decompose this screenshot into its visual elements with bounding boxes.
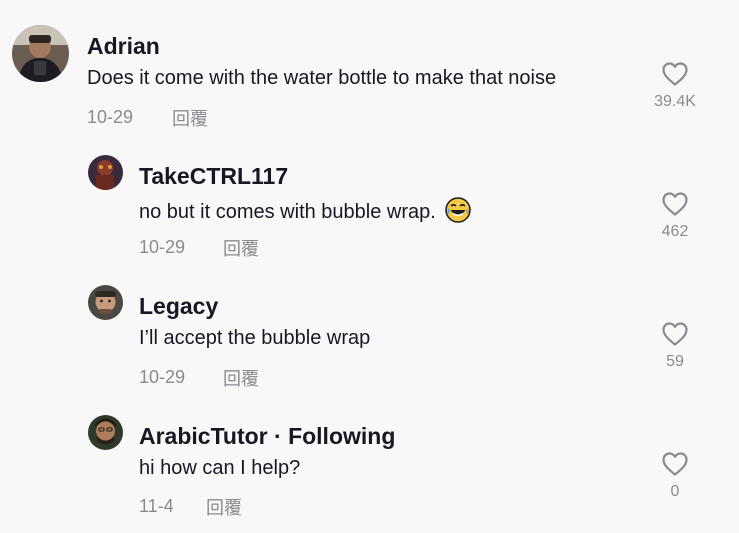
comment-text: no but it comes with bubble wrap. (139, 197, 472, 224)
comment-item: Legacy I’ll accept the bubble wrap 10-29… (0, 270, 739, 400)
comment-username[interactable]: ArabicTutor · Following (139, 423, 395, 450)
avatar[interactable] (12, 25, 69, 82)
comment-item: ArabicTutor · Following hi how can I hel… (0, 400, 739, 533)
heart-icon[interactable] (661, 61, 689, 87)
user-avatar-photo-icon (88, 415, 123, 450)
like-button[interactable]: 462 (640, 191, 710, 241)
reply-button[interactable]: 回覆 (223, 365, 259, 391)
comment-text: Does it come with the water bottle to ma… (87, 67, 557, 89)
comment-text: I’ll accept the bubble wrap (139, 327, 371, 349)
heart-icon[interactable] (661, 451, 689, 477)
like-count: 59 (666, 353, 684, 370)
like-count: 39.4K (654, 93, 696, 110)
comment-date: 10-29 (139, 237, 186, 257)
comment-text: hi how can I help? (139, 457, 301, 479)
comment-username[interactable]: Legacy (139, 293, 218, 320)
comment-text-content: no but it comes with bubble wrap. (139, 201, 436, 223)
comment-username[interactable]: TakeCTRL117 (139, 163, 288, 190)
comment-date: 10-29 (87, 107, 134, 127)
avatar[interactable] (88, 415, 123, 450)
like-count: 462 (661, 223, 689, 240)
reply-button[interactable]: 回覆 (172, 105, 208, 131)
user-avatar-photo-icon (88, 285, 123, 320)
reply-button[interactable]: 回覆 (206, 494, 242, 520)
user-avatar-photo-icon (88, 155, 123, 190)
heart-icon[interactable] (661, 321, 689, 347)
heart-icon[interactable] (661, 191, 689, 217)
like-count: 0 (670, 483, 680, 500)
avatar[interactable] (88, 155, 123, 190)
tears-of-joy-emoji-icon (445, 197, 472, 223)
like-button[interactable]: 39.4K (640, 61, 710, 111)
like-button[interactable]: 59 (640, 321, 710, 371)
comment-item: Adrian Does it come with the water bottl… (0, 0, 739, 140)
comment-username[interactable]: Adrian (87, 33, 160, 60)
comment-date: 11-4 (139, 496, 174, 516)
avatar[interactable] (88, 285, 123, 320)
like-button[interactable]: 0 (640, 451, 710, 501)
user-avatar-photo-icon (12, 25, 69, 82)
comment-item: TakeCTRL117 no but it comes with bubble … (0, 140, 739, 270)
comment-date: 10-29 (139, 367, 186, 387)
reply-button[interactable]: 回覆 (223, 235, 259, 261)
